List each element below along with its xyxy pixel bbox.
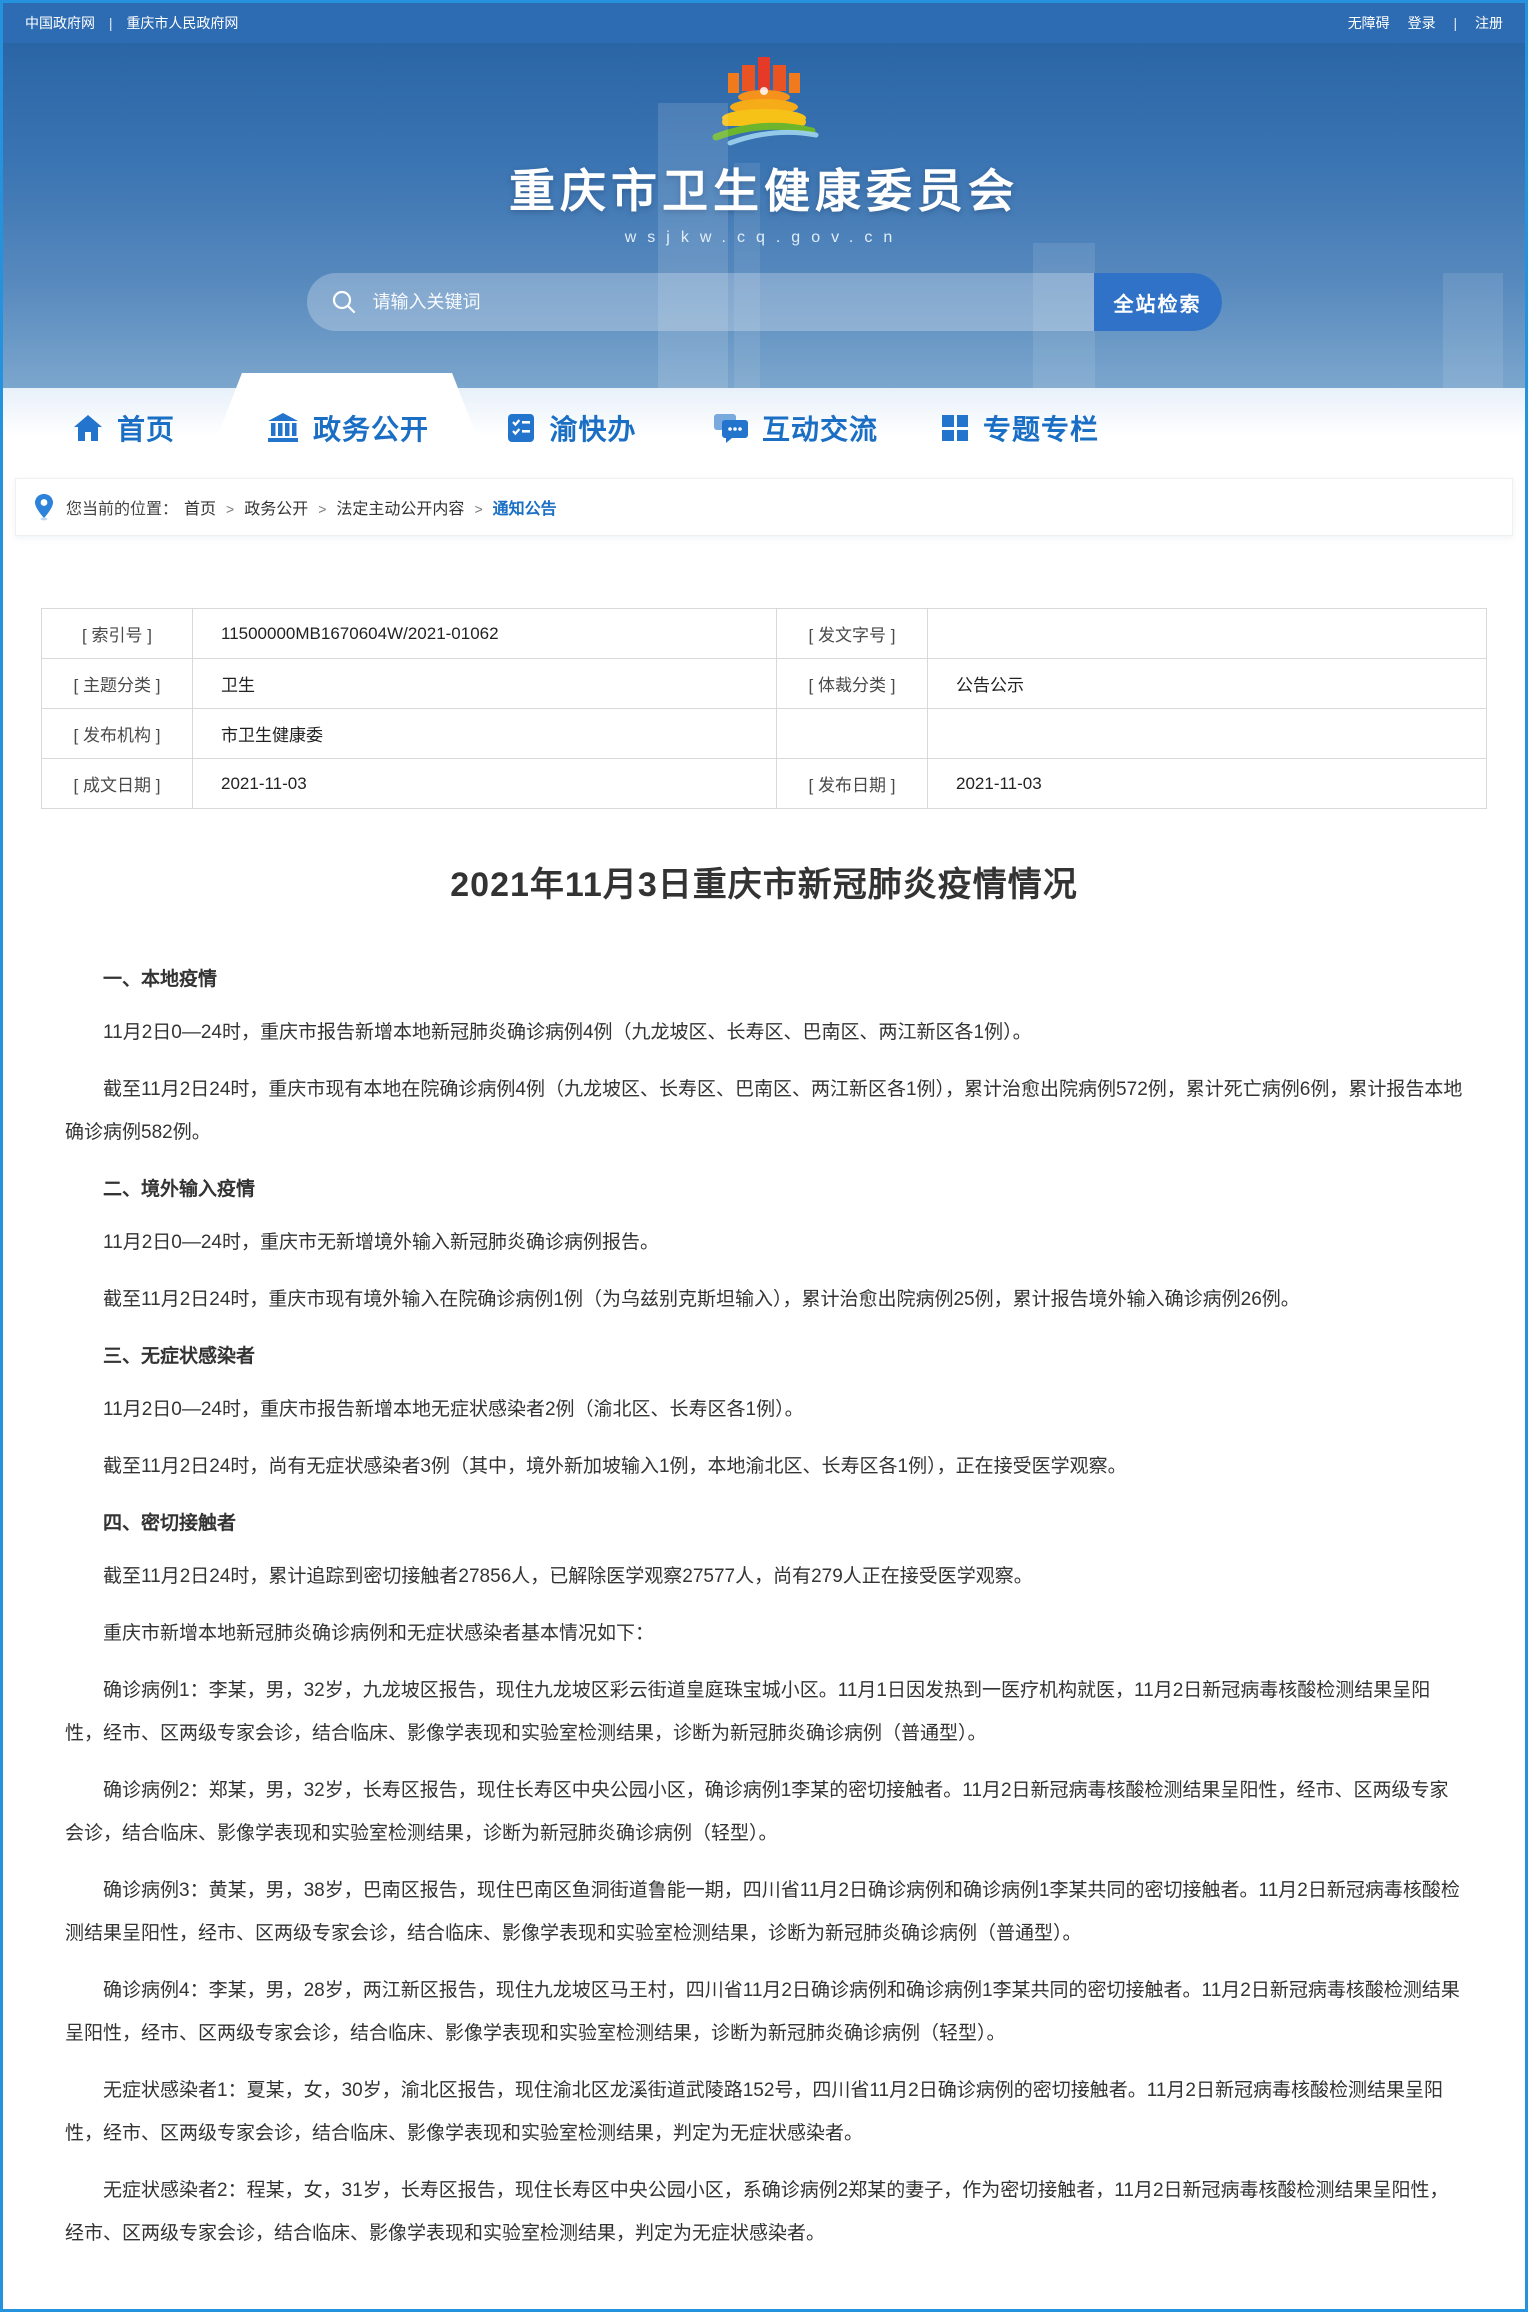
topbar-separator: |	[109, 15, 113, 31]
home-icon	[71, 411, 105, 445]
article-paragraph: 无症状感染者1：夏某，女，30岁，渝北区报告，现住渝北区龙溪街道武陵路152号，…	[65, 2069, 1463, 2155]
tab-label: 互动交流	[762, 408, 878, 448]
meta-value: 公告公示	[928, 659, 1487, 709]
article-paragraph: 确诊病例3：黄某，男，38岁，巴南区报告，现住巴南区鱼洞街道鲁能一期，四川省11…	[65, 1869, 1463, 1955]
meta-label: [ 索引号 ]	[42, 609, 193, 659]
breadcrumb-prefix: 您当前的位置：	[66, 495, 178, 519]
tab-interaction[interactable]: 互动交流	[683, 388, 907, 468]
meta-label: [ 发布日期 ]	[777, 759, 928, 809]
header-banner: 重庆市卫生健康委员会 wsjkw.cq.gov.cn 全站检索	[3, 43, 1525, 388]
grid-icon	[939, 412, 971, 444]
accessibility-link[interactable]: 无障碍	[1348, 15, 1390, 31]
checklist-icon	[505, 411, 537, 445]
breadcrumb-item-2[interactable]: 法定主动公开内容	[336, 501, 464, 518]
tab-label: 专题专栏	[983, 408, 1099, 448]
tab-home[interactable]: 首页	[11, 388, 235, 468]
site-title: 重庆市卫生健康委员会	[3, 155, 1525, 221]
breadcrumb-separator: >	[474, 501, 482, 517]
breadcrumb-item-1[interactable]: 政务公开	[244, 501, 308, 518]
site-url: wsjkw.cq.gov.cn	[3, 229, 1525, 247]
search-button[interactable]: 全站检索	[1094, 273, 1222, 331]
meta-table-row: [ 主题分类 ]卫生[ 体裁分类 ]公告公示	[42, 659, 1487, 709]
meta-value	[928, 609, 1487, 659]
article-paragraph: 确诊病例4：李某，男，28岁，两江新区报告，现住九龙坡区马王村，四川省11月2日…	[65, 1969, 1463, 2055]
meta-value: 2021-11-03	[928, 759, 1487, 809]
breadcrumb-item-0[interactable]: 首页	[184, 501, 216, 518]
tab-label: 首页	[117, 408, 175, 448]
meta-value: 2021-11-03	[193, 759, 777, 809]
section-heading: 四、密切接触者	[65, 1502, 1463, 1545]
search-bar: 全站检索	[307, 273, 1222, 331]
article-paragraph: 11月2日0—24时，重庆市报告新增本地新冠肺炎确诊病例4例（九龙坡区、长寿区、…	[65, 1011, 1463, 1054]
article-paragraph: 确诊病例1：李某，男，32岁，九龙坡区报告，现住九龙坡区彩云街道皇庭珠宝城小区。…	[65, 1669, 1463, 1755]
document-meta-table: [ 索引号 ]11500000MB1670604W/2021-01062[ 发文…	[41, 608, 1487, 809]
article-title: 2021年11月3日重庆市新冠肺炎疫情情况	[41, 857, 1487, 906]
meta-label: [ 发文字号 ]	[777, 609, 928, 659]
tab-label: 政务公开	[313, 408, 429, 448]
article-paragraph: 无症状感染者2：程某，女，31岁，长寿区报告，现住长寿区中央公园小区，系确诊病例…	[65, 2169, 1463, 2255]
skyline-building	[1443, 273, 1503, 388]
article-paragraph: 11月2日0—24时，重庆市报告新增本地无症状感染者2例（渝北区、长寿区各1例）…	[65, 1388, 1463, 1431]
breadcrumb: 您当前的位置： 首页 > 政务公开 > 法定主动公开内容 > 通知公告	[15, 478, 1513, 536]
login-link[interactable]: 登录	[1408, 15, 1436, 31]
section-heading: 三、无症状感染者	[65, 1335, 1463, 1378]
meta-table-row: [ 发布机构 ]市卫生健康委	[42, 709, 1487, 759]
topbar-separator: |	[1453, 15, 1457, 31]
article-paragraph: 重庆市新增本地新冠肺炎确诊病例和无症状感染者基本情况如下：	[65, 1612, 1463, 1655]
tab-label: 渝快办	[549, 408, 636, 448]
search-icon	[331, 289, 357, 315]
tab-government-affairs[interactable]: 政务公开	[235, 388, 459, 468]
topbar-left: 中国政府网 | 重庆市人民政府网	[25, 13, 238, 33]
topbar-link-cq-gov[interactable]: 重庆市人民政府网	[126, 15, 238, 31]
topbar: 中国政府网 | 重庆市人民政府网 无障碍 登录 | 注册	[3, 3, 1525, 43]
page: 中国政府网 | 重庆市人民政府网 无障碍 登录 | 注册	[0, 0, 1528, 2312]
main-content: [ 索引号 ]11500000MB1670604W/2021-01062[ 发文…	[3, 608, 1525, 2309]
meta-label: [ 成文日期 ]	[42, 759, 193, 809]
meta-table-row: [ 成文日期 ]2021-11-03[ 发布日期 ]2021-11-03	[42, 759, 1487, 809]
search-input-wrap	[307, 273, 1222, 331]
article-paragraph: 截至11月2日24时，重庆市现有境外输入在院确诊病例1例（为乌兹别克斯坦输入），…	[65, 1278, 1463, 1321]
article-paragraph: 截至11月2日24时，尚有无症状感染者3例（其中，境外新加坡输入1例，本地渝北区…	[65, 1445, 1463, 1488]
meta-label: [ 主题分类 ]	[42, 659, 193, 709]
meta-label: [ 体裁分类 ]	[777, 659, 928, 709]
topbar-right: 无障碍 登录 | 注册	[1334, 13, 1503, 33]
article-paragraph: 确诊病例2：郑某，男，32岁，长寿区报告，现住长寿区中央公园小区，确诊病例1李某…	[65, 1769, 1463, 1855]
topbar-link-china-gov[interactable]: 中国政府网	[25, 15, 95, 31]
section-heading: 一、本地疫情	[65, 958, 1463, 1001]
register-link[interactable]: 注册	[1475, 15, 1503, 31]
meta-value: 市卫生健康委	[193, 709, 777, 759]
breadcrumb-separator: >	[226, 501, 234, 517]
bank-icon	[265, 411, 301, 445]
article-paragraph: 截至11月2日24时，重庆市现有本地在院确诊病例4例（九龙坡区、长寿区、巴南区、…	[65, 1068, 1463, 1154]
meta-value	[928, 709, 1487, 759]
article-paragraph: 截至11月2日24时，累计追踪到密切接触者27856人，已解除医学观察27577…	[65, 1555, 1463, 1598]
section-heading: 二、境外输入疫情	[65, 1168, 1463, 1211]
tab-special-columns[interactable]: 专题专栏	[907, 388, 1131, 468]
meta-label: [ 发布机构 ]	[42, 709, 193, 759]
meta-table-row: [ 索引号 ]11500000MB1670604W/2021-01062[ 发文…	[42, 609, 1487, 659]
search-input[interactable]	[371, 291, 1015, 314]
article-paragraph: 11月2日0—24时，重庆市无新增境外输入新冠肺炎确诊病例报告。	[65, 1221, 1463, 1264]
location-pin-icon	[34, 493, 54, 521]
meta-value: 11500000MB1670604W/2021-01062	[193, 609, 777, 659]
meta-value: 卫生	[193, 659, 777, 709]
article-body: 一、本地疫情 11月2日0—24时，重庆市报告新增本地新冠肺炎确诊病例4例（九龙坡…	[41, 942, 1487, 2309]
breadcrumb-items: 首页 > 政务公开 > 法定主动公开内容 > 通知公告	[178, 495, 567, 519]
breadcrumb-item-3[interactable]: 通知公告	[493, 501, 557, 518]
meta-label	[777, 709, 928, 759]
breadcrumb-separator: >	[318, 501, 326, 517]
main-nav: 首页 政务公开 渝快办 互动交流 专题专栏	[3, 388, 1525, 468]
chat-icon	[712, 411, 750, 445]
tab-yukuaiban[interactable]: 渝快办	[459, 388, 683, 468]
